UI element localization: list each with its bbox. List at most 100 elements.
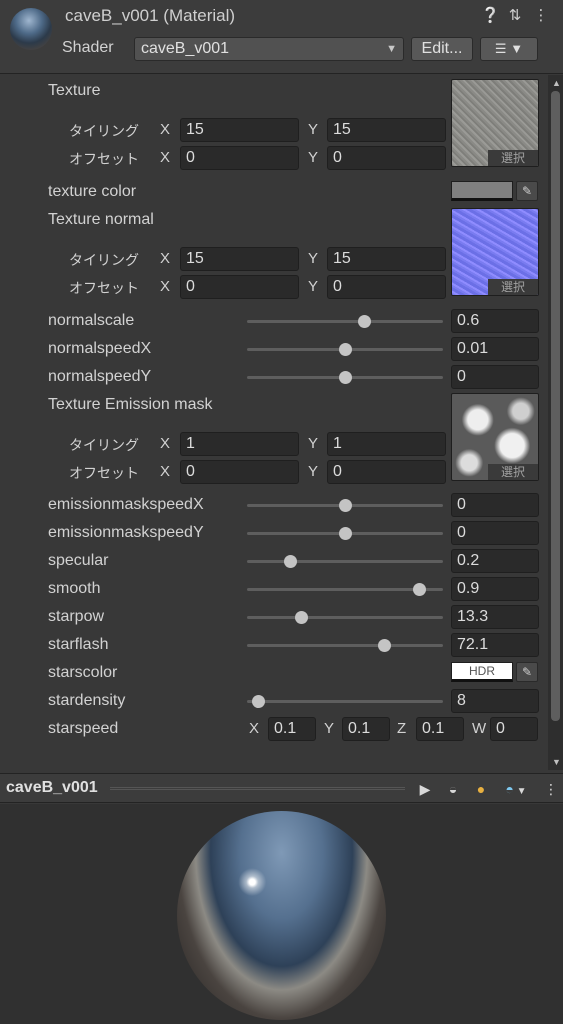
starflash-field[interactable]: 72.1 <box>451 633 539 657</box>
eyedropper-icon[interactable]: ✎ <box>516 662 538 682</box>
texture-emission-label: Texture Emission mask <box>48 396 213 413</box>
shader-dropdown[interactable]: caveB_v001 ▼ <box>134 37 404 61</box>
axis-x-label: X <box>160 278 171 295</box>
axis-x-label: X <box>160 435 171 452</box>
offset-label: オフセット <box>69 465 139 481</box>
preview-sphere <box>177 811 386 1020</box>
emissionmaskspeedy-label: emissionmaskspeedY <box>48 524 204 541</box>
starspeed-z-field[interactable]: 0.1 <box>416 717 464 741</box>
starpow-field[interactable]: 13.3 <box>451 605 539 629</box>
starflash-slider-track[interactable] <box>247 644 443 647</box>
eyedropper-icon[interactable]: ✎ <box>516 181 538 201</box>
sliders-icon[interactable]: ⇅ <box>507 6 523 24</box>
kebab-menu-icon[interactable]: ⋮ <box>533 6 549 24</box>
texture-color-label: texture color <box>48 183 137 200</box>
texture-tiling-x-field[interactable]: 15 <box>180 118 299 142</box>
texture-offset-x-field[interactable]: 0 <box>180 146 299 170</box>
specular-field[interactable]: 0.2 <box>451 549 539 573</box>
normalspeedx-label: normalspeedX <box>48 340 152 357</box>
kebab-menu-icon[interactable]: ⋮ <box>540 778 562 800</box>
offset-label: オフセット <box>69 151 139 167</box>
axis-x-label: X <box>160 121 171 138</box>
preview-drag-handle[interactable] <box>110 787 405 790</box>
emission-offset-x-field[interactable]: 0 <box>180 460 299 484</box>
normalscale-slider-knob[interactable] <box>358 315 372 328</box>
texture-color-swatch[interactable] <box>451 181 513 201</box>
starpow-label: starpow <box>48 608 105 625</box>
axis-y-label: Y <box>308 149 319 166</box>
normal-offset-y-field[interactable]: 0 <box>327 275 446 299</box>
tiling-label: タイリング <box>69 252 139 268</box>
emission-tiling-x-field[interactable]: 1 <box>180 432 299 456</box>
texture-normal-label: Texture normal <box>48 211 154 228</box>
texture-offset-y-field[interactable]: 0 <box>327 146 446 170</box>
axis-y-label: Y <box>324 720 335 737</box>
axis-y-label: Y <box>308 463 319 480</box>
texture-label: Texture <box>48 82 101 99</box>
material-preview[interactable] <box>0 804 563 1024</box>
normalscale-slider-track[interactable] <box>247 320 443 323</box>
edit-shader-button[interactable]: Edit... <box>411 37 473 61</box>
normal-tiling-y-field[interactable]: 15 <box>327 247 446 271</box>
starscolor-label: starscolor <box>48 664 118 681</box>
normalspeedy-field[interactable]: 0 <box>451 365 539 389</box>
select-button[interactable]: 選択 <box>488 150 538 166</box>
starspeed-w-field[interactable]: 0 <box>490 717 538 741</box>
stardensity-field[interactable]: 8 <box>451 689 539 713</box>
play-icon[interactable]: ▶ <box>414 778 436 800</box>
texture-normal-slot[interactable]: 選択 <box>451 208 539 296</box>
smooth-field[interactable]: 0.9 <box>451 577 539 601</box>
starpow-slider-track[interactable] <box>247 616 443 619</box>
texture-emission-slot[interactable]: 選択 <box>451 393 539 481</box>
hdr-label: HDR <box>469 664 495 678</box>
smooth-label: smooth <box>48 580 101 597</box>
normalspeedy-label: normalspeedY <box>48 368 152 385</box>
specular-slider-knob[interactable] <box>283 555 297 568</box>
starspeed-x-field[interactable]: 0.1 <box>268 717 316 741</box>
texture-slot[interactable]: 選択 <box>451 79 539 167</box>
preview-bg-icon[interactable]: ◓ ▼ <box>496 778 536 800</box>
normalscale-field[interactable]: 0.6 <box>451 309 539 333</box>
emission-offset-y-field[interactable]: 0 <box>327 460 446 484</box>
sphere-mesh-icon[interactable]: ◒ <box>442 778 464 800</box>
material-properties: Texture 選択 タイリング X 15 Y 15 オフセット X 0 Y 0… <box>0 75 548 770</box>
emissionmaskspeedx-field[interactable]: 0 <box>451 493 539 517</box>
normal-tiling-x-field[interactable]: 15 <box>180 247 299 271</box>
axis-w-label: W <box>472 720 487 737</box>
starflash-slider-knob[interactable] <box>377 639 391 652</box>
scroll-up-arrow-icon[interactable]: ▲ <box>552 78 561 88</box>
normalspeedx-field[interactable]: 0.01 <box>451 337 539 361</box>
scroll-down-arrow-icon[interactable]: ▼ <box>552 757 561 767</box>
emissionmaskspeedy-field[interactable]: 0 <box>451 521 539 545</box>
starspeed-y-field[interactable]: 0.1 <box>342 717 390 741</box>
emissionmaskspeedy-slider-knob[interactable] <box>338 527 352 540</box>
smooth-slider-knob[interactable] <box>412 583 426 596</box>
axis-x-label: X <box>160 149 171 166</box>
inspector-scrollbar[interactable]: ▲ ▼ <box>548 75 563 770</box>
stardensity-label: stardensity <box>48 692 126 709</box>
light-icon[interactable]: ● <box>470 778 492 800</box>
scrollbar-thumb[interactable] <box>551 91 560 721</box>
starflash-label: starflash <box>48 636 109 653</box>
select-button[interactable]: 選択 <box>488 464 538 480</box>
normal-offset-x-field[interactable]: 0 <box>180 275 299 299</box>
select-button[interactable]: 選択 <box>488 279 538 295</box>
emissionmaskspeedx-slider-knob[interactable] <box>338 499 352 512</box>
emission-tiling-y-field[interactable]: 1 <box>327 432 446 456</box>
normalspeedx-slider-knob[interactable] <box>338 343 352 356</box>
chevron-down-icon: ▼ <box>386 43 397 55</box>
shader-label: Shader <box>62 39 114 56</box>
starscolor-swatch[interactable]: HDR <box>451 662 513 682</box>
shader-list-button[interactable]: ☰ ▼ <box>480 37 538 61</box>
help-icon[interactable]: ❔ <box>481 6 500 24</box>
normalspeedy-slider-knob[interactable] <box>338 371 352 384</box>
starpow-slider-knob[interactable] <box>295 611 309 624</box>
stardensity-slider-knob[interactable] <box>252 695 266 708</box>
header-icons: ❔ ⇅ ⋮ <box>481 6 549 24</box>
axis-x-label: X <box>160 463 171 480</box>
preview-toolbar: caveB_v001 ▶ ◒ ● ◓ ▼ ⋮ <box>0 773 563 803</box>
specular-slider-track[interactable] <box>247 560 443 563</box>
stardensity-slider-track[interactable] <box>247 700 443 703</box>
texture-tiling-y-field[interactable]: 15 <box>327 118 446 142</box>
shader-value: caveB_v001 <box>141 40 230 57</box>
